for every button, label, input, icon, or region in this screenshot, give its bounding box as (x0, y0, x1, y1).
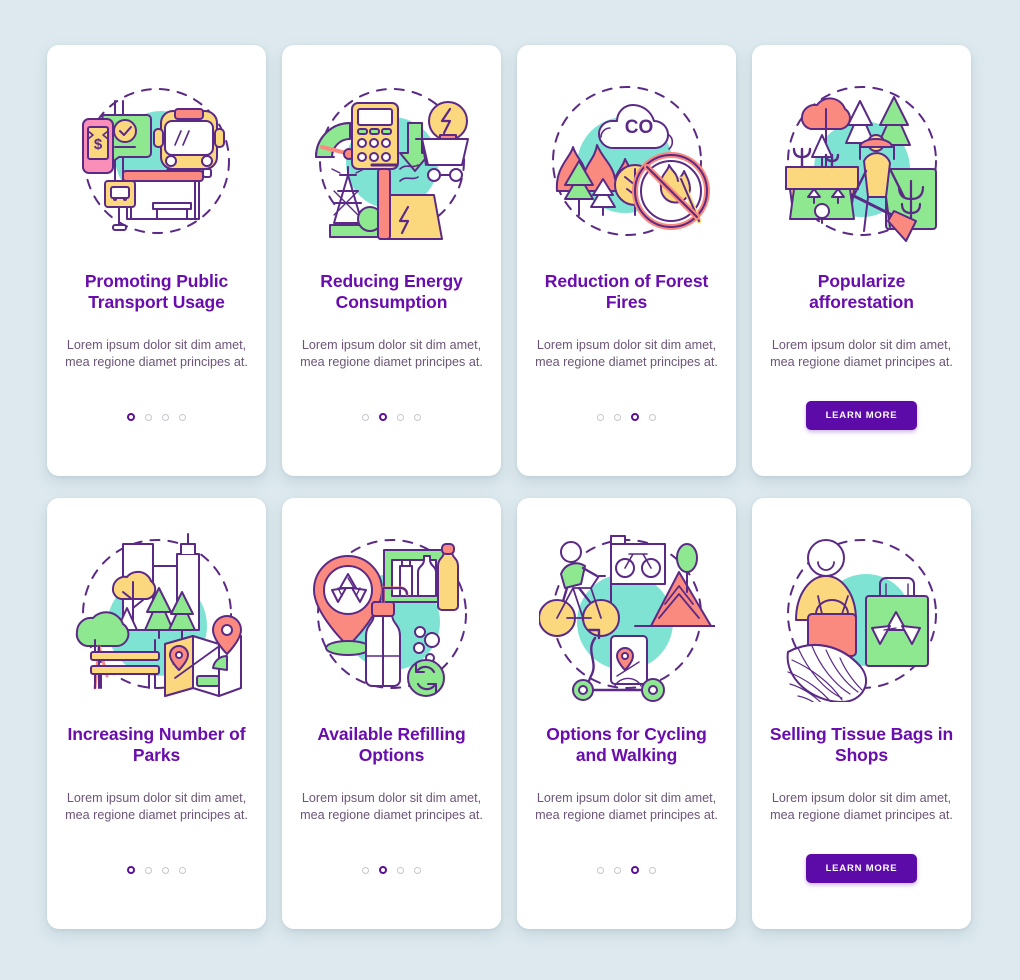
pagination-dot-3[interactable] (631, 866, 639, 874)
pagination-dot-4[interactable] (414, 866, 421, 874)
pagination-dot-4[interactable] (649, 413, 656, 421)
card-footer (517, 857, 736, 883)
onboarding-card-promoting-public-transport-usage[interactable]: $ Promoting Public Transport Usage Lorem… (47, 45, 266, 476)
card-title: Increasing Number of Parks (67, 724, 246, 765)
pagination-dot-1[interactable] (597, 866, 604, 874)
card-body-text: Lorem ipsum dolor sit dim amet, mea regi… (300, 338, 483, 369)
learn-more-button[interactable]: LEARN MORE (805, 401, 918, 430)
card-footer: LEARN MORE (752, 854, 971, 883)
illustration-container: CO (517, 61, 736, 261)
public-transport-illustration: $ (81, 88, 230, 234)
pagination-dots[interactable] (597, 413, 656, 421)
pagination-dot-1[interactable] (127, 866, 135, 874)
card-title: Promoting Public Transport Usage (84, 271, 229, 312)
pagination-dot-2[interactable] (614, 866, 621, 874)
card-body-text: Lorem ipsum dolor sit dim amet, mea regi… (770, 791, 953, 822)
card-body-text: Lorem ipsum dolor sit dim amet, mea regi… (770, 338, 953, 369)
pagination-dot-2[interactable] (379, 866, 387, 874)
forest-fires-illustration: CO (551, 86, 710, 236)
card-title: Selling Tissue Bags in Shops (769, 724, 954, 765)
pagination-dot-4[interactable] (649, 866, 656, 874)
pagination-dots[interactable] (127, 866, 186, 874)
pagination-dot-4[interactable] (179, 866, 186, 874)
pagination-dot-3[interactable] (162, 413, 169, 421)
pagination-dot-2[interactable] (145, 866, 152, 874)
illustration-container (752, 514, 971, 714)
card-body-text: Lorem ipsum dolor sit dim amet, mea regi… (65, 338, 248, 369)
pagination-dot-1[interactable] (127, 413, 135, 421)
card-footer (282, 404, 501, 430)
illustration-container (517, 514, 736, 714)
pagination-dot-4[interactable] (179, 413, 186, 421)
card-body-text: Lorem ipsum dolor sit dim amet, mea regi… (535, 791, 718, 822)
tissue-bags-illustration (786, 539, 937, 702)
onboarding-card-reduction-of-forest-fires[interactable]: CO Reduction of Forest Fires Lorem ipsum… (517, 45, 736, 476)
pagination-dots[interactable] (127, 413, 186, 421)
afforestation-illustration (784, 86, 937, 242)
pagination-dot-1[interactable] (362, 413, 369, 421)
illustration-container (752, 61, 971, 261)
card-footer: LEARN MORE (752, 401, 971, 430)
onboarding-card-options-for-cycling-and-walking[interactable]: Options for Cycling and Walking Lorem ip… (517, 498, 736, 929)
onboarding-card-selling-tissue-bags-in-shops[interactable]: Selling Tissue Bags in Shops Lorem ipsum… (752, 498, 971, 929)
pagination-dot-2[interactable] (379, 413, 387, 421)
onboarding-card-available-refilling-options[interactable]: Available Refilling Options Lorem ipsum … (282, 498, 501, 929)
onboarding-card-reducing-energy-consumption[interactable]: Reducing Energy Consumption Lorem ipsum … (282, 45, 501, 476)
pagination-dot-3[interactable] (162, 866, 169, 874)
illustration-container (282, 514, 501, 714)
card-body-text: Lorem ipsum dolor sit dim amet, mea regi… (65, 791, 248, 822)
onboarding-card-increasing-number-of-parks[interactable]: Increasing Number of Parks Lorem ipsum d… (47, 498, 266, 929)
illustration-container (282, 61, 501, 261)
pagination-dot-1[interactable] (597, 413, 604, 421)
svg-text:$: $ (93, 136, 102, 153)
card-footer (47, 857, 266, 883)
refilling-options-illustration (312, 539, 467, 697)
card-title: Popularize afforestation (809, 271, 914, 312)
pagination-dot-2[interactable] (145, 413, 152, 421)
onboarding-screens-board: $ Promoting Public Transport Usage Lorem… (0, 0, 1020, 980)
card-footer (517, 404, 736, 430)
illustration-container: $ (47, 61, 266, 261)
pagination-dots[interactable] (362, 866, 421, 874)
card-title: Reduction of Forest Fires (544, 271, 709, 312)
card-grid: $ Promoting Public Transport Usage Lorem… (47, 45, 971, 929)
card-body-text: Lorem ipsum dolor sit dim amet, mea regi… (300, 791, 483, 822)
svg-text:CO: CO (624, 117, 653, 138)
pagination-dots[interactable] (597, 866, 656, 874)
pagination-dots[interactable] (362, 413, 421, 421)
card-footer (282, 857, 501, 883)
card-footer (47, 404, 266, 430)
card-title: Reducing Energy Consumption (320, 271, 463, 312)
pagination-dot-3[interactable] (397, 866, 404, 874)
pagination-dot-4[interactable] (414, 413, 421, 421)
onboarding-card-popularize-afforestation[interactable]: Popularize afforestation Lorem ipsum dol… (752, 45, 971, 476)
card-body-text: Lorem ipsum dolor sit dim amet, mea regi… (535, 338, 718, 369)
pagination-dot-2[interactable] (614, 413, 621, 421)
card-title: Available Refilling Options (317, 724, 466, 765)
learn-more-button[interactable]: LEARN MORE (805, 854, 918, 883)
cycling-walking-illustration (538, 535, 715, 702)
city-parks-illustration (75, 533, 242, 697)
pagination-dot-3[interactable] (397, 413, 404, 421)
illustration-container (47, 514, 266, 714)
energy-consumption-illustration (314, 88, 469, 240)
pagination-dot-3[interactable] (631, 413, 639, 421)
card-title: Options for Cycling and Walking (546, 724, 707, 765)
pagination-dot-1[interactable] (362, 866, 369, 874)
